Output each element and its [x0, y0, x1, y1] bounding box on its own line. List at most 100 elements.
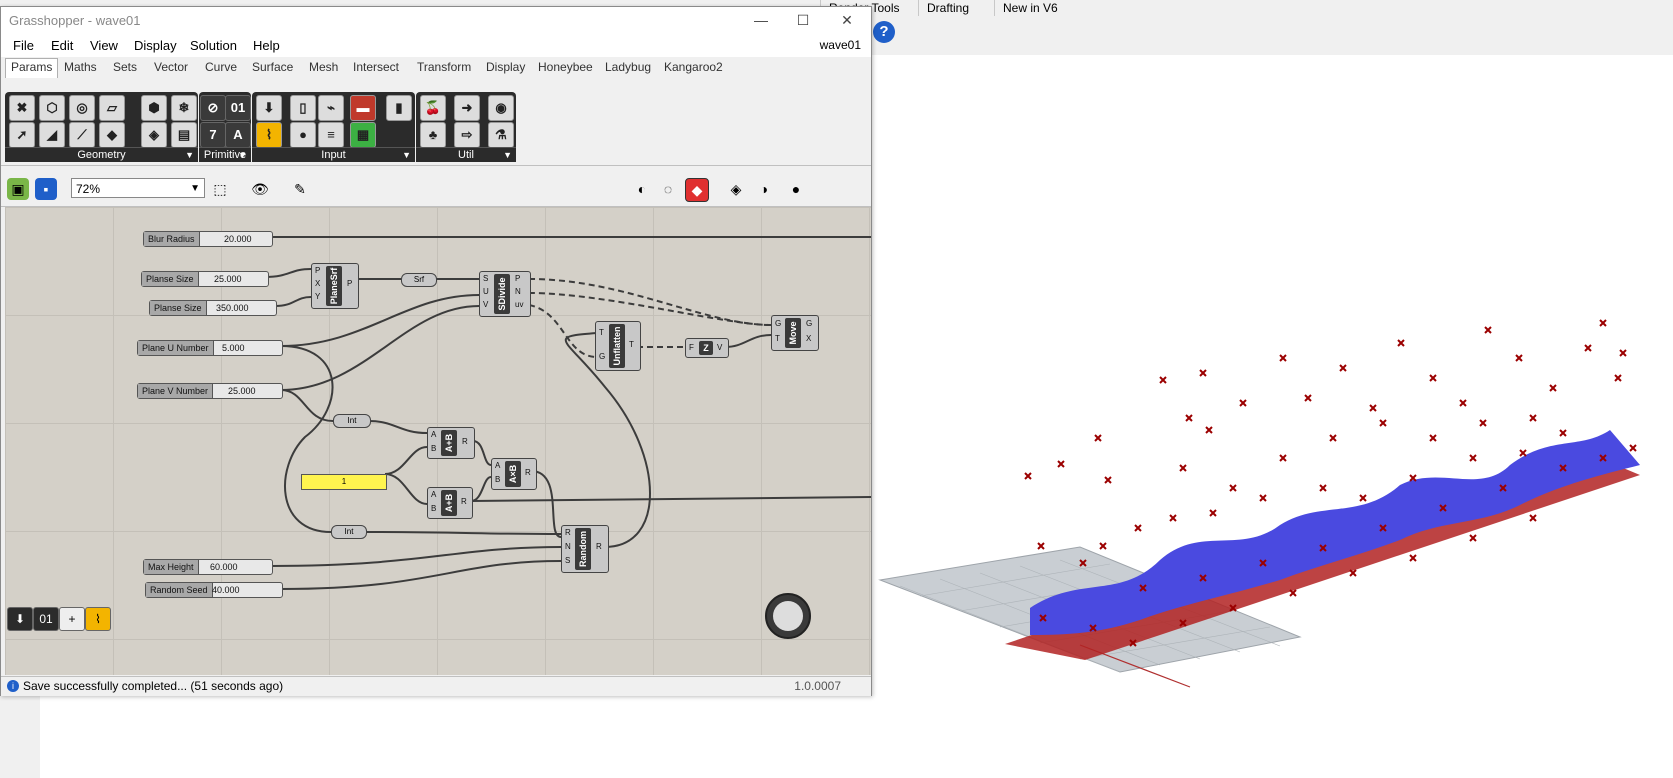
preview-eye-icon[interactable]: 👁 [249, 178, 271, 200]
component-addition-1[interactable]: A B A+B R [427, 427, 475, 459]
component-unflatten[interactable]: T G Unflatten T [595, 321, 641, 371]
minimize-button[interactable]: — [751, 10, 771, 30]
brep-icon[interactable]: ⬢ [141, 95, 167, 121]
tab-ladybug[interactable]: Ladybug [605, 60, 651, 74]
tab-drafting[interactable]: Drafting [918, 0, 978, 16]
button-icon[interactable]: ● [290, 122, 316, 148]
group-icon[interactable]: ◈ [141, 122, 167, 148]
flask-icon[interactable]: ⚗ [488, 122, 514, 148]
tab-intersect[interactable]: Intersect [353, 60, 399, 74]
document-preview-icon[interactable]: ◑ [753, 178, 775, 200]
menu-solution[interactable]: Solution [190, 38, 237, 53]
save-file-icon[interactable]: ▪ [35, 178, 57, 200]
slider-icon[interactable]: ⌁ [318, 95, 344, 121]
galapagos-icon[interactable]: ◉ [488, 95, 514, 121]
curve-icon[interactable]: ◎ [69, 95, 95, 121]
component-addition-2[interactable]: A B A+B R [427, 487, 473, 519]
menu-edit[interactable]: Edit [51, 38, 73, 53]
param-srf[interactable]: Srf [401, 273, 437, 287]
tab-curve[interactable]: Curve [205, 60, 237, 74]
tab-vector[interactable]: Vector [154, 60, 188, 74]
slider-plane-v-number[interactable]: Plane V Number 25.000 [137, 383, 283, 399]
slider-plane-u-number[interactable]: Plane U Number 5.000 [137, 340, 283, 356]
zoom-extents-icon[interactable]: ⬚ [209, 178, 231, 200]
arrow-right-icon[interactable]: ➜ [454, 95, 480, 121]
cherry-icon[interactable]: 🍒 [420, 95, 446, 121]
mesh-icon[interactable]: ❄ [171, 95, 197, 121]
tab-sets[interactable]: Sets [113, 60, 137, 74]
point-icon[interactable]: ✖ [9, 95, 35, 121]
slider-planse-size-2[interactable]: Planse Size 350.000 [149, 300, 277, 316]
number-icon[interactable]: 01 [225, 95, 251, 121]
component-sdivide[interactable]: S U V SDivide P N uv [479, 271, 531, 317]
help-icon[interactable]: ? [873, 21, 895, 43]
component-planesrf[interactable]: P X Y PlaneSrf P [311, 263, 359, 309]
menu-help[interactable]: Help [253, 38, 280, 53]
param-int-1[interactable]: Int [333, 414, 371, 428]
pin-label: S [483, 274, 489, 283]
preview-mode-icon[interactable]: ◐ [631, 178, 653, 200]
component-random[interactable]: R N S Random R [561, 525, 609, 573]
tab-transform[interactable]: Transform [417, 60, 471, 74]
open-file-icon[interactable]: ▣ [7, 178, 29, 200]
panel-value[interactable]: 1 [301, 474, 387, 490]
tab-new-in-v6[interactable]: New in V6 [994, 0, 1066, 16]
tab-maths[interactable]: Maths [64, 60, 97, 74]
component-move[interactable]: G T Move G X [771, 315, 819, 351]
selected-only-icon[interactable]: ◈ [725, 178, 747, 200]
gradient-icon[interactable]: ▬ [350, 95, 376, 121]
box-icon[interactable]: ◆ [99, 122, 125, 148]
gh-canvas-toolbar: ▣ ▪ 72% ▼ ⬚ 👁 ✎ ◐ ◌ ◆ ◈ ◑ ● [1, 172, 871, 207]
tab-mesh[interactable]: Mesh [309, 60, 338, 74]
menu-display[interactable]: Display [134, 38, 177, 53]
integer-icon[interactable]: 7 [200, 122, 226, 148]
import-icon[interactable]: ⬇ [7, 607, 33, 631]
maximize-button[interactable]: ☐ [793, 10, 813, 30]
toggle-icon[interactable]: ▯ [290, 95, 316, 121]
graph-mapper-icon[interactable]: ⌇ [85, 607, 111, 631]
text-icon[interactable]: A [225, 122, 251, 148]
mesh-quality-icon[interactable]: ● [785, 178, 807, 200]
tree-icon[interactable]: ♣ [420, 122, 446, 148]
component-multiplication[interactable]: A B A×B R [491, 458, 537, 490]
slider-planse-size-1[interactable]: Planse Size 25.000 [141, 271, 269, 287]
add-icon[interactable]: + [59, 607, 85, 631]
wireframe-preview-icon[interactable]: ◌ [657, 178, 679, 200]
control-knob-icon[interactable]: ▮ [386, 95, 412, 121]
close-button[interactable]: ✕ [837, 10, 857, 30]
gh-canvas[interactable]: Blur Radius 20.000 Planse Size 25.000 Pl… [5, 207, 871, 675]
menu-view[interactable]: View [90, 38, 118, 53]
number-icon[interactable]: 01 [33, 607, 59, 631]
component-z[interactable]: F Z V [685, 338, 729, 358]
shaded-preview-icon[interactable]: ◆ [685, 178, 709, 202]
plane-icon[interactable]: ◢ [39, 122, 65, 148]
boolean-icon[interactable]: ⊘ [200, 95, 226, 121]
gh-title-bar[interactable]: Grasshopper - wave01 — ☐ ✕ [1, 7, 871, 35]
menu-file[interactable]: File [13, 38, 34, 53]
pin-label: X [315, 279, 321, 288]
graph-mapper-icon[interactable]: ⌇ [256, 122, 282, 148]
surface-icon[interactable]: ▱ [99, 95, 125, 121]
field-icon[interactable]: ▤ [171, 122, 197, 148]
arrow-outline-icon[interactable]: ⇨ [454, 122, 480, 148]
vector-icon[interactable]: ➚ [9, 122, 35, 148]
tab-honeybee[interactable]: Honeybee [538, 60, 593, 74]
tab-surface[interactable]: Surface [252, 60, 293, 74]
zoom-select[interactable]: 72% ▼ [71, 178, 205, 198]
slider-random-seed[interactable]: Random Seed 40.000 [145, 582, 283, 598]
param-int-2[interactable]: Int [331, 525, 367, 539]
line-icon[interactable]: ⟋ [69, 122, 95, 148]
import-icon[interactable]: ⬇ [256, 95, 282, 121]
tab-display[interactable]: Display [486, 60, 525, 74]
slider-max-height[interactable]: Max Height 60.000 [143, 559, 273, 575]
image-sampler-icon[interactable]: ▦ [350, 122, 376, 148]
tab-params[interactable]: Params [5, 58, 59, 79]
circle-icon[interactable]: ⬡ [39, 95, 65, 121]
sketch-pen-icon[interactable]: ✎ [289, 178, 311, 200]
tab-kangaroo2[interactable]: Kangaroo2 [664, 60, 723, 74]
slider-blur-radius[interactable]: Blur Radius 20.000 [143, 231, 273, 247]
component-label: A+B [444, 433, 454, 453]
list-icon[interactable]: ≡ [318, 122, 344, 148]
component-label: PlaneSrf [329, 267, 339, 305]
navigation-compass-icon[interactable] [765, 593, 811, 639]
